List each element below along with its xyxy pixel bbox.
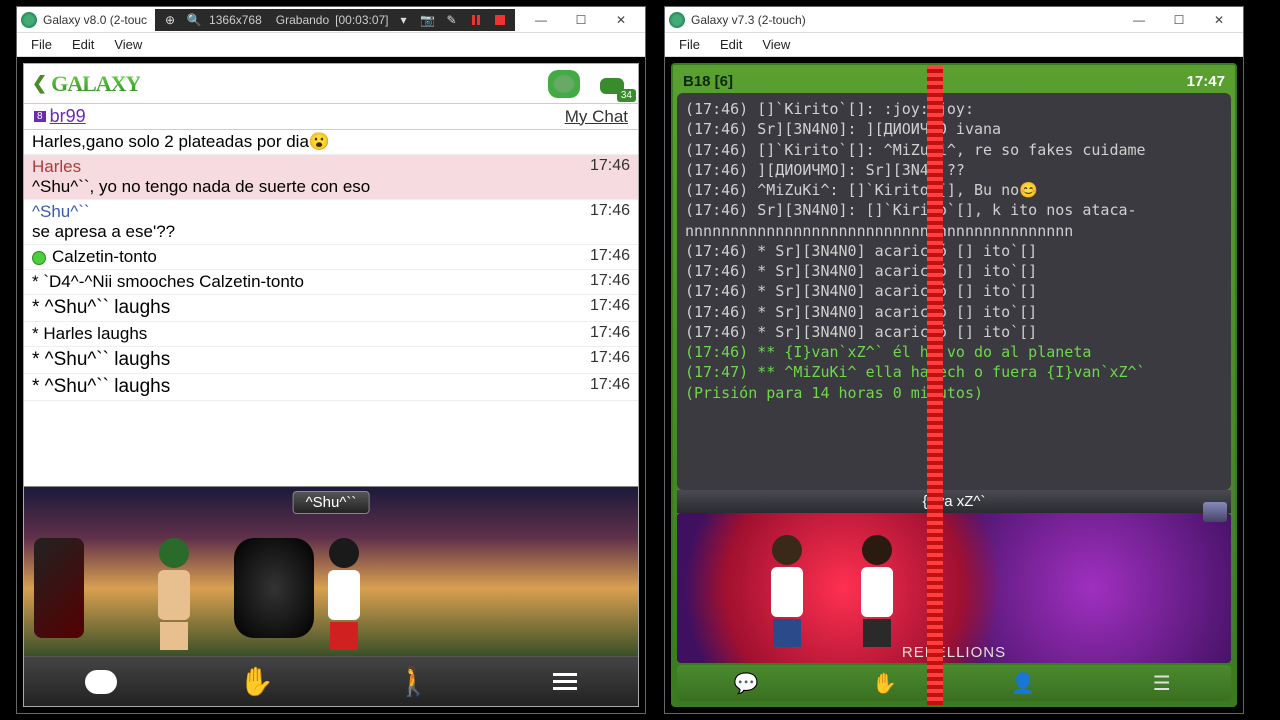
left-app-window: Galaxy v8.0 (2-touc ⊕ 🔍 1366x768 Graband… — [16, 6, 646, 714]
dropdown-icon[interactable]: ▾ — [395, 11, 413, 29]
maximize-button[interactable]: ☐ — [561, 10, 601, 30]
my-chat-link[interactable]: My Chat — [565, 107, 628, 127]
nav-list-button[interactable]: ☰ — [1148, 672, 1176, 694]
people-count-badge: 34 — [617, 89, 636, 102]
chat-room-header: 8 br99 My Chat — [24, 104, 638, 130]
clan-label: REBELLIONS — [677, 644, 1231, 661]
nav-person-button[interactable]: 🚶 — [396, 665, 431, 698]
v7-chat-log[interactable]: (17:46) []`Kirito`[]: :joy::joy:(17:46) … — [677, 93, 1231, 490]
chat-line: (17:46) []`Kirito`[]: ^MiZuKi^, re so fa… — [685, 140, 1223, 160]
bottom-nav: ✋ 🚶 — [24, 656, 638, 706]
nav-hand-button[interactable]: ✋ — [871, 672, 899, 694]
recorder-resolution: 1366x768 — [209, 13, 262, 27]
right-app-window: Galaxy v7.3 (2-touch) — ☐ ✕ File Edit Vi… — [664, 6, 1244, 714]
chat-messages[interactable]: Harles,gano solo 2 plateadas por dia😮Har… — [24, 130, 638, 486]
galaxy-logo: GALAXY — [51, 71, 140, 97]
recorder-status-label: Grabando — [276, 13, 329, 27]
maximize-button[interactable]: ☐ — [1159, 10, 1199, 30]
pause-record-icon[interactable] — [467, 11, 485, 29]
camera-icon[interactable]: 📷 — [419, 11, 437, 29]
back-button[interactable]: ❮ — [32, 73, 47, 94]
window-title: Galaxy v8.0 (2-touc — [43, 13, 147, 27]
chat-line: (17:46) ][ДИОИЧМО]: Sr][3N4N ?? — [685, 160, 1223, 180]
chat-line: (17:46) * Sr][3N4N0] acarició [] ito`[] — [685, 302, 1223, 322]
chat-message[interactable]: Calzetin-tonto17:46 — [24, 245, 638, 270]
left-menubar: File Edit View — [17, 33, 645, 57]
chat-line: (17:46) * Sr][3N4N0] acarició [] ito`[] — [685, 281, 1223, 301]
v7-avatar-area[interactable]: REBELLIONS — [677, 513, 1231, 663]
left-app-body: ❮ GALAXY 34 8 br99 My Chat Harles,gano s… — [17, 57, 645, 713]
chat-message[interactable]: * ^Shu^`` laughs17:46 — [24, 295, 638, 322]
chat-message[interactable]: Harles17:46^Shu^``, yo no tengo nada de … — [24, 155, 638, 200]
chat-message[interactable]: * Harles laughs17:46 — [24, 322, 638, 347]
right-app-body: B18 [6] 17:47 (17:46) []`Kirito`[]: :joy… — [665, 57, 1243, 713]
avatar-area[interactable]: ^Shu^`` — [24, 486, 638, 656]
app-icon — [21, 12, 37, 28]
chat-message[interactable]: Harles,gano solo 2 plateadas por dia😮 — [24, 130, 638, 155]
pen-icon[interactable]: ✎ — [443, 11, 461, 29]
room-label[interactable]: B18 [6] — [683, 73, 733, 90]
menu-file[interactable]: File — [23, 35, 60, 54]
chat-message[interactable]: * ^Shu^`` laughs17:46 — [24, 347, 638, 374]
chat-line: (17:46) []`Kirito`[]: :joy::joy: — [685, 99, 1223, 119]
chat-message[interactable]: ^Shu^``17:46se apresa a ese'?? — [24, 200, 638, 245]
nav-chat-button[interactable]: 💬 — [732, 672, 760, 694]
nav-hand-button[interactable]: ✋ — [239, 665, 274, 698]
chat-message[interactable]: * `D4^-^Nii smooches Calzetin-tonto17:46 — [24, 270, 638, 295]
clock: 17:47 — [1187, 73, 1225, 90]
messages-icon[interactable] — [548, 70, 580, 98]
app-icon — [669, 12, 685, 28]
minimize-button[interactable]: — — [521, 10, 561, 30]
nav-chat-button[interactable] — [85, 670, 117, 694]
right-titlebar[interactable]: Galaxy v7.3 (2-touch) — ☐ ✕ — [665, 7, 1243, 33]
chat-line: (17:46) * Sr][3N4N0] acarició [] ito`[] — [685, 322, 1223, 342]
right-menubar: File Edit View — [665, 33, 1243, 57]
chat-line: (17:46) Sr][3N4N0]: []`Kirito`[], k ito … — [685, 200, 1223, 241]
close-button[interactable]: ✕ — [1199, 10, 1239, 30]
nav-person-button[interactable]: 👤 — [1009, 672, 1037, 694]
selected-user-label[interactable]: {I}va xZ^` — [677, 490, 1231, 513]
chat-line-system: (17:47) ** ^MiZuKi^ ella ha ech o fuera … — [685, 362, 1223, 403]
chat-line: (17:46) * Sr][3N4N0] acarició [] ito`[] — [685, 241, 1223, 261]
menu-view[interactable]: View — [754, 35, 798, 54]
chat-message[interactable]: * ^Shu^`` laughs17:46 — [24, 374, 638, 401]
room-badge: 8 — [34, 111, 46, 122]
red-scan-line — [927, 65, 943, 705]
left-titlebar[interactable]: Galaxy v8.0 (2-touc ⊕ 🔍 1366x768 Graband… — [17, 7, 645, 33]
stop-record-icon[interactable] — [491, 11, 509, 29]
people-icon[interactable]: 34 — [598, 70, 630, 98]
galaxy-v8-frame: ❮ GALAXY 34 8 br99 My Chat Harles,gano s… — [23, 63, 639, 707]
menu-file[interactable]: File — [671, 35, 708, 54]
chat-line: (17:46) * Sr][3N4N0] acarició [] ito`[] — [685, 261, 1223, 281]
menu-view[interactable]: View — [106, 35, 150, 54]
window-title: Galaxy v7.3 (2-touch) — [691, 13, 806, 27]
minimize-button[interactable]: — — [1119, 10, 1159, 30]
zoom-icon[interactable]: 🔍 — [185, 11, 203, 29]
menu-edit[interactable]: Edit — [712, 35, 750, 54]
v7-bottom-nav: 💬 ✋ 👤 ☰ — [677, 665, 1231, 701]
menu-edit[interactable]: Edit — [64, 35, 102, 54]
galaxy-v7-frame: B18 [6] 17:47 (17:46) []`Kirito`[]: :joy… — [671, 63, 1237, 707]
chat-line: (17:46) ^MiZuKi^: []`Kirito`[], Bu no😊 — [685, 180, 1223, 200]
crosshair-icon[interactable]: ⊕ — [161, 11, 179, 29]
close-button[interactable]: ✕ — [601, 10, 641, 30]
chat-line-system: (17:46) ** {I}van`xZ^` él ha vo do al pl… — [685, 342, 1223, 362]
recorder-time: [00:03:07] — [335, 13, 388, 27]
recorder-toolbar: ⊕ 🔍 1366x768 Grabando [00:03:07] ▾ 📷 ✎ — [155, 9, 514, 31]
room-name[interactable]: br99 — [50, 106, 86, 127]
v7-top-bar: B18 [6] 17:47 — [677, 69, 1231, 93]
galaxy-header: ❮ GALAXY 34 — [24, 64, 638, 104]
selected-avatar-label[interactable]: ^Shu^`` — [293, 491, 370, 514]
settings-icon[interactable] — [1203, 502, 1227, 522]
nav-list-button[interactable] — [553, 673, 577, 690]
chat-line: (17:46) Sr][3N4N0]: ][ДИОИЧМО ivana — [685, 119, 1223, 139]
